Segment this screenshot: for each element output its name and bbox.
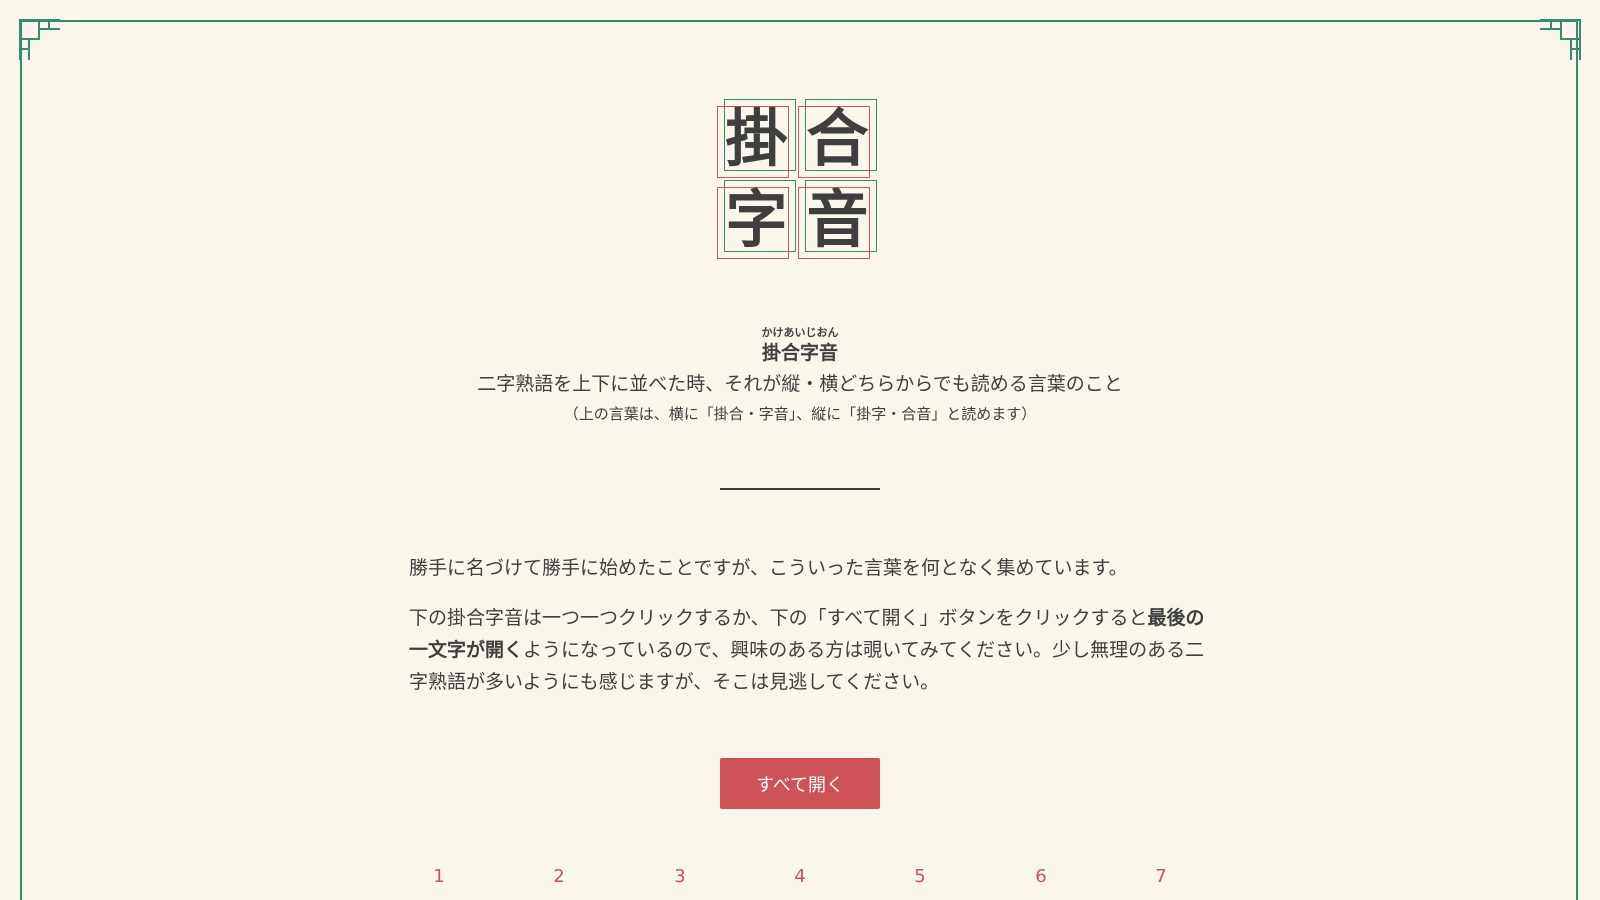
logo-char-3: 字 xyxy=(725,182,788,256)
page-title: 掛合字音 xyxy=(761,342,838,364)
kakeai-logo: 掛 合 字 音 xyxy=(717,99,881,263)
logo-cell-4: 音 xyxy=(798,180,877,259)
logo-cell-3: 字 xyxy=(717,180,796,259)
logo-char-1: 掛 xyxy=(725,101,788,175)
corner-ornament-left-icon xyxy=(19,19,60,60)
open-all-button[interactable]: すべて開く xyxy=(720,758,880,809)
entry-number-list: 1 2 3 4 5 6 7 xyxy=(0,866,1600,887)
intro-paragraph-2: 下の掛合字音は一つ一つクリックするか、下の「すべて開く」ボタンをクリックすると最… xyxy=(409,602,1209,698)
section-divider xyxy=(720,488,880,490)
logo-cell-1: 掛 xyxy=(717,99,796,178)
example-note: （上の言葉は、横に「掛合・字音」、縦に「掛字・合音」と読めます） xyxy=(563,405,1037,423)
definition-text: 二字熟語を上下に並べた時、それが縦・横どちらからでも読める言葉のこと xyxy=(477,373,1123,395)
logo-char-4: 音 xyxy=(806,182,869,256)
corner-ornament-right-icon xyxy=(1540,19,1581,60)
logo-char-2: 合 xyxy=(806,101,869,175)
intro-paragraph-1: 勝手に名づけて勝手に始めたことですが、こういった言葉を何となく集めています。 xyxy=(409,557,1128,579)
intro-p2-before: 下の掛合字音は一つ一つクリックするか、下の「すべて開く」ボタンをクリックすると xyxy=(409,607,1148,629)
logo-cell-2: 合 xyxy=(798,99,877,178)
intro-p2-after: ようになっているので、興味のある方は覗いてみてください。少し無理のある二字熟語が… xyxy=(409,639,1205,693)
